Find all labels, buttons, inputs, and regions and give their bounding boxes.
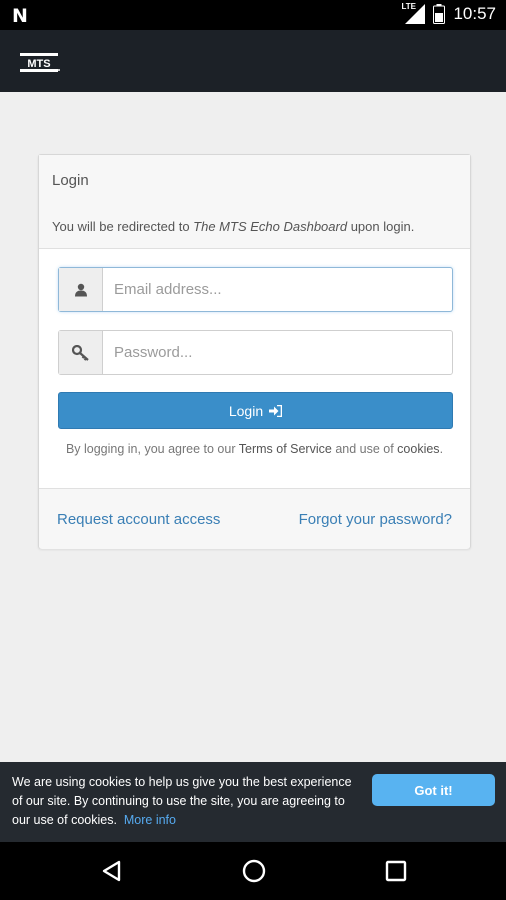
- email-input[interactable]: [102, 268, 450, 311]
- mts-logo: MTS: [20, 53, 60, 72]
- terms-of-service-link[interactable]: Terms of Service: [239, 442, 332, 456]
- key-icon: [59, 331, 103, 374]
- status-bar: N LTE 10:57: [0, 0, 506, 30]
- clock: 10:57: [453, 4, 496, 23]
- password-input[interactable]: [102, 331, 450, 374]
- cookie-banner: We are using cookies to help us give you…: [0, 762, 506, 842]
- cookie-message: We are using cookies to help us give you…: [12, 775, 352, 827]
- network-type-label: LTE: [401, 2, 416, 11]
- request-access-link[interactable]: Request account access: [57, 511, 220, 528]
- status-icons: LTE 10:57: [401, 2, 496, 24]
- accept-cookies-button[interactable]: Got it!: [372, 774, 495, 806]
- recents-icon[interactable]: [381, 856, 411, 886]
- sign-in-icon: [269, 404, 283, 417]
- redirect-notice: You will be redirected to The MTS Echo D…: [52, 219, 415, 234]
- svg-text:MTS: MTS: [27, 58, 50, 70]
- user-icon: [59, 268, 103, 311]
- forgot-password-link[interactable]: Forgot your password?: [299, 511, 452, 528]
- terms-notice: By logging in, you agree to our Terms of…: [65, 442, 444, 456]
- redirect-target: The MTS Echo Dashboard: [193, 219, 348, 234]
- cookies-link[interactable]: cookies: [397, 442, 439, 456]
- app-bar: [0, 30, 506, 92]
- login-panel: Login You will be redirected to The MTS …: [38, 154, 471, 549]
- password-input-group: [58, 330, 453, 375]
- more-info-link[interactable]: More info: [124, 813, 176, 827]
- login-title: Login: [52, 172, 89, 189]
- battery-icon: [433, 4, 446, 24]
- login-button-label: Login: [228, 402, 264, 419]
- login-panel-footer: Request account access Forgot your passw…: [39, 488, 470, 549]
- back-icon[interactable]: [97, 856, 127, 886]
- login-button[interactable]: Login: [58, 392, 453, 429]
- home-icon[interactable]: [239, 856, 269, 886]
- navigation-bar: [0, 842, 506, 900]
- notification-n-icon: N: [12, 5, 28, 27]
- email-input-group: [58, 267, 453, 312]
- login-panel-header: Login You will be redirected to The MTS …: [39, 155, 470, 249]
- signal-icon: LTE: [401, 2, 426, 24]
